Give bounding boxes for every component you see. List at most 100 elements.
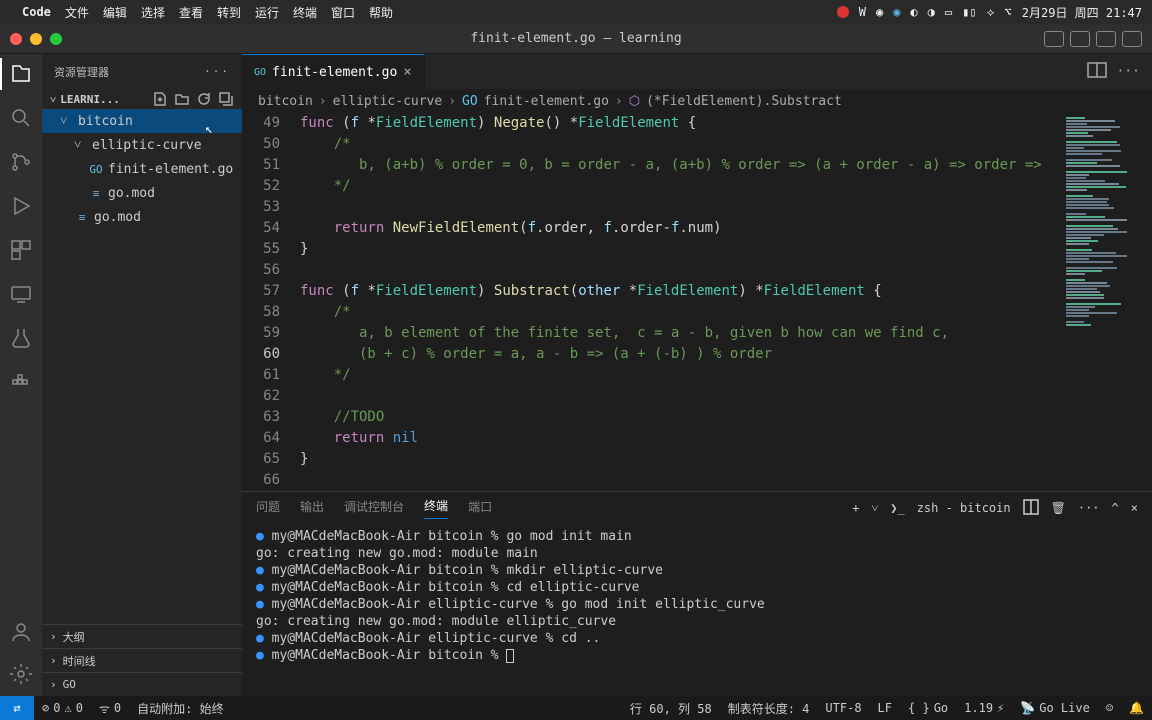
tab-debug-console[interactable]: 调试控制台: [344, 498, 404, 519]
code-line[interactable]: 55}: [242, 239, 1062, 260]
problems-status[interactable]: ⊘ 0 ⚠ 0: [34, 701, 91, 715]
run-debug-icon[interactable]: [9, 194, 33, 218]
breadcrumb[interactable]: bitcoin› elliptic-curve› GOfinit-element…: [242, 89, 1152, 113]
code-line[interactable]: 49func (f *FieldElement) Negate() *Field…: [242, 113, 1062, 134]
go-panel[interactable]: ›GO: [42, 672, 242, 696]
code-line[interactable]: 61 */: [242, 365, 1062, 386]
menu-item[interactable]: 文件: [65, 6, 89, 20]
new-folder-icon[interactable]: [174, 91, 190, 107]
timeline-panel[interactable]: ›时间线: [42, 648, 242, 672]
control-center-icon[interactable]: ⌥: [1005, 5, 1012, 19]
code-line[interactable]: 63 //TODO: [242, 407, 1062, 428]
tray-icon[interactable]: W: [859, 5, 866, 19]
language-status[interactable]: { } Go: [900, 701, 956, 715]
display-icon[interactable]: ▭: [945, 5, 952, 19]
sidebar-more-icon[interactable]: ···: [204, 65, 230, 78]
code-line[interactable]: 57func (f *FieldElement) Substract(other…: [242, 281, 1062, 302]
clock[interactable]: 2月29日 周四 21:47: [1022, 4, 1142, 21]
indent-status[interactable]: 制表符长度: 4: [720, 700, 818, 717]
outline-panel[interactable]: ›大纲: [42, 624, 242, 648]
code-line[interactable]: 53: [242, 197, 1062, 218]
menu-item[interactable]: 窗口: [331, 6, 355, 20]
auto-attach-status[interactable]: 自动附加: 始终: [129, 700, 231, 717]
go-live-status[interactable]: 📡 Go Live: [1012, 701, 1098, 715]
maximize-window-button[interactable]: [50, 33, 62, 45]
menu-item[interactable]: 选择: [141, 6, 165, 20]
collapse-all-icon[interactable]: [218, 91, 234, 107]
encoding-status[interactable]: UTF-8: [817, 701, 869, 715]
tab-output[interactable]: 输出: [300, 498, 324, 519]
new-file-icon[interactable]: [152, 91, 168, 107]
code-line[interactable]: 59 a, b element of the finite set, c = a…: [242, 323, 1062, 344]
explorer-icon[interactable]: [9, 62, 33, 86]
minimap[interactable]: [1062, 113, 1152, 491]
menu-item[interactable]: 终端: [293, 6, 317, 20]
extensions-icon[interactable]: [9, 238, 33, 262]
code-line[interactable]: 66: [242, 470, 1062, 491]
close-tab-icon[interactable]: ×: [403, 64, 411, 80]
menu-app[interactable]: Code: [22, 5, 51, 19]
tray-icon[interactable]: ◑: [928, 5, 935, 19]
split-terminal-icon[interactable]: [1023, 499, 1039, 518]
eol-status[interactable]: LF: [870, 701, 900, 715]
tree-file-finit-element[interactable]: GO finit-element.go: [42, 157, 242, 181]
docker-icon[interactable]: [9, 370, 33, 394]
tab-terminal[interactable]: 终端: [424, 497, 448, 519]
code-line[interactable]: 51 b, (a+b) % order = 0, b = order - a, …: [242, 155, 1062, 176]
layout-secondary-icon[interactable]: [1096, 31, 1116, 47]
menu-item[interactable]: 转到: [217, 6, 241, 20]
minimize-window-button[interactable]: [30, 33, 42, 45]
terminal-output[interactable]: ● my@MACdeMacBook-Air bitcoin % go mod i…: [242, 524, 1152, 696]
tab-problems[interactable]: 问题: [256, 498, 280, 519]
wifi-icon[interactable]: ⟡: [987, 5, 995, 20]
code-line[interactable]: 50 /*: [242, 134, 1062, 155]
code-line[interactable]: 64 return nil: [242, 428, 1062, 449]
menu-item[interactable]: 编辑: [103, 6, 127, 20]
close-window-button[interactable]: [10, 33, 22, 45]
tray-icon[interactable]: ◐: [910, 5, 917, 19]
layout-customize-icon[interactable]: [1122, 31, 1142, 47]
wechat-icon[interactable]: ◉: [876, 5, 883, 19]
split-editor-icon[interactable]: [1087, 62, 1107, 82]
menu-item[interactable]: 查看: [179, 6, 203, 20]
ports-status[interactable]: ᯤ 0: [91, 700, 129, 717]
go-version-status[interactable]: 1.19 ⚡: [956, 701, 1012, 715]
panel-maximize-icon[interactable]: ^: [1112, 501, 1119, 515]
tree-folder-elliptic-curve[interactable]: ˅ elliptic-curve: [42, 133, 242, 157]
more-actions-icon[interactable]: ···: [1117, 64, 1140, 79]
record-icon[interactable]: [837, 6, 849, 18]
panel-close-icon[interactable]: ×: [1131, 501, 1138, 515]
tree-folder-bitcoin[interactable]: ˅ bitcoin: [42, 109, 242, 133]
code-editor[interactable]: 49func (f *FieldElement) Negate() *Field…: [242, 113, 1062, 491]
feedback-icon[interactable]: ☺: [1098, 701, 1121, 715]
terminal-dropdown-icon[interactable]: ˅: [871, 501, 878, 516]
menu-item[interactable]: 帮助: [369, 6, 393, 20]
tree-file-gomod-inner[interactable]: ≡ go.mod: [42, 181, 242, 205]
kill-terminal-icon[interactable]: 🗑: [1051, 501, 1066, 515]
search-icon[interactable]: [9, 106, 33, 130]
accounts-icon[interactable]: [9, 620, 33, 644]
safari-icon[interactable]: ◉: [893, 5, 900, 19]
layout-primary-icon[interactable]: [1044, 31, 1064, 47]
cursor-position[interactable]: 行 60, 列 58: [622, 700, 720, 717]
terminal-label[interactable]: zsh - bitcoin: [917, 501, 1011, 515]
remote-indicator[interactable]: ⇄: [0, 696, 34, 720]
tab-ports[interactable]: 端口: [468, 498, 492, 519]
code-line[interactable]: 60 (b + c) % order = a, a - b => (a + (-…: [242, 344, 1062, 365]
source-control-icon[interactable]: [9, 150, 33, 174]
code-line[interactable]: 56: [242, 260, 1062, 281]
notifications-icon[interactable]: 🔔: [1121, 701, 1152, 715]
code-line[interactable]: 52 */: [242, 176, 1062, 197]
code-line[interactable]: 62: [242, 386, 1062, 407]
code-line[interactable]: 65}: [242, 449, 1062, 470]
tab-finit-element[interactable]: GO finit-element.go ×: [242, 54, 425, 89]
panel-more-icon[interactable]: ···: [1078, 501, 1100, 515]
layout-panel-icon[interactable]: [1070, 31, 1090, 47]
settings-gear-icon[interactable]: [9, 662, 33, 686]
code-line[interactable]: 58 /*: [242, 302, 1062, 323]
battery-icon[interactable]: ▮▯: [962, 5, 976, 19]
remote-icon[interactable]: [9, 282, 33, 306]
testing-icon[interactable]: [9, 326, 33, 350]
tree-file-gomod[interactable]: ≡ go.mod: [42, 205, 242, 229]
folder-section[interactable]: ˅ LEARNI...: [42, 89, 242, 109]
